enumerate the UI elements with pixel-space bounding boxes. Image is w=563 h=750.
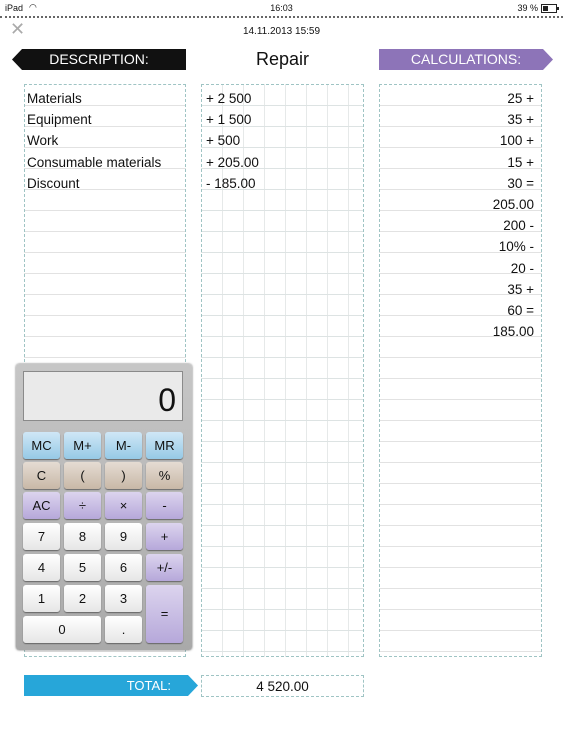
value-item[interactable]: + 1 500 — [206, 107, 259, 128]
calculation-line: 15 + — [507, 154, 534, 170]
calculation-line: 200 - — [503, 218, 534, 234]
divide-key[interactable]: ÷ — [64, 492, 101, 519]
decimal-key[interactable]: . — [105, 616, 142, 643]
open-paren-key[interactable]: ( — [64, 462, 101, 489]
digit-4-key[interactable]: 4 — [23, 554, 60, 581]
digit-5-key[interactable]: 5 — [64, 554, 101, 581]
clear-key[interactable]: C — [23, 462, 60, 489]
description-item[interactable]: Discount — [27, 171, 161, 192]
description-item[interactable]: Consumable materials — [27, 150, 161, 171]
document-title[interactable]: Repair — [201, 49, 364, 70]
status-bar: iPad ◠ 16:03 39 % — [0, 0, 563, 16]
description-item[interactable]: Equipment — [27, 107, 161, 128]
document-datetime: 14.11.2013 15:59 — [242, 26, 321, 37]
description-header: DESCRIPTION: — [12, 49, 186, 70]
total-value: 4 520.00 — [201, 675, 364, 697]
digit-9-key[interactable]: 9 — [105, 523, 142, 550]
equals-key[interactable]: = — [146, 585, 183, 643]
battery-percent: 39 % — [517, 3, 538, 13]
description-item[interactable]: Materials — [27, 86, 161, 107]
values-list: + 2 500 + 1 500 + 500 + 205.00 - 185.00 — [206, 86, 259, 192]
digit-7-key[interactable]: 7 — [23, 523, 60, 550]
digit-8-key[interactable]: 8 — [64, 523, 101, 550]
m-plus-key[interactable]: M+ — [64, 432, 101, 459]
calculation-line: 60 = — [507, 302, 534, 318]
digit-1-key[interactable]: 1 — [23, 585, 60, 612]
calculations-header: CALCULATIONS: — [379, 49, 553, 70]
display-value: 0 — [158, 382, 176, 418]
clock: 16:03 — [270, 3, 293, 13]
all-clear-key[interactable]: AC — [23, 492, 60, 519]
digit-2-key[interactable]: 2 — [64, 585, 101, 612]
multiply-key[interactable]: × — [105, 492, 142, 519]
m-minus-key[interactable]: M- — [105, 432, 142, 459]
sign-toggle-key[interactable]: +/- — [146, 554, 183, 581]
percent-key[interactable]: % — [146, 462, 183, 489]
digit-0-key[interactable]: 0 — [23, 616, 101, 643]
digit-3-key[interactable]: 3 — [105, 585, 142, 612]
value-item[interactable]: + 205.00 — [206, 150, 259, 171]
calculation-line: 25 + — [507, 91, 534, 106]
calculation-line: 30 = — [507, 175, 534, 191]
calculation-line: 35 + — [507, 112, 534, 128]
plus-key[interactable]: + — [146, 523, 183, 550]
calculation-line: 100 + — [499, 133, 534, 149]
calculation-line: 35 + — [507, 281, 534, 297]
close-paren-key[interactable]: ) — [105, 462, 142, 489]
mc-key[interactable]: MC — [23, 432, 60, 459]
minus-key[interactable]: - — [146, 492, 183, 519]
header-divider — [0, 16, 563, 18]
calculation-line: 185.00 — [492, 324, 534, 340]
description-list: Materials Equipment Work Consumable mate… — [27, 86, 161, 192]
value-item[interactable]: + 500 — [206, 128, 259, 149]
description-item[interactable]: Work — [27, 128, 161, 149]
value-item[interactable]: - 185.00 — [206, 171, 259, 192]
calculation-line: 205.00 — [492, 196, 534, 212]
value-item[interactable]: + 2 500 — [206, 86, 259, 107]
calculation-line: 10% - — [498, 239, 534, 255]
total-label: TOTAL: — [24, 675, 198, 696]
battery-icon — [541, 4, 559, 13]
calculations-list: 25 + 35 + 100 + 15 + 30 = 205.00 200 - 1… — [380, 86, 534, 340]
mr-key[interactable]: MR — [146, 432, 183, 459]
calculator-panel[interactable]: 0 MC M+ M- MR C ( ) % AC ÷ × - 7 8 9 + 4… — [16, 364, 192, 650]
calculator-display: 0 — [23, 371, 183, 421]
digit-6-key[interactable]: 6 — [105, 554, 142, 581]
calculation-line: 20 - — [510, 260, 534, 276]
